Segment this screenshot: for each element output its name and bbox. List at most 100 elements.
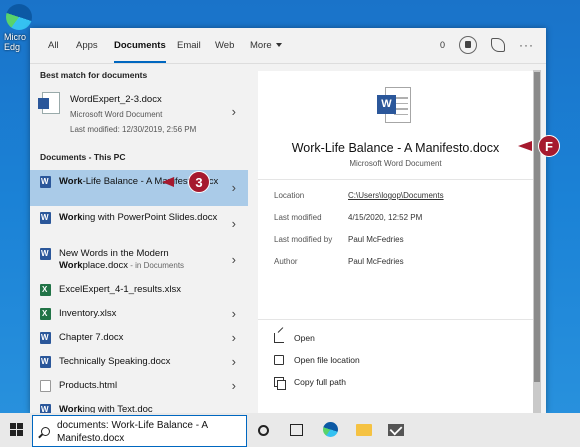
word-document-large-icon: W: [377, 87, 411, 125]
match-text: Work: [59, 176, 83, 187]
best-match-modified: Last modified: 12/30/2019, 2:56 PM: [70, 125, 197, 134]
preview-pane: W Work-Life Balance - A Manifesto.docx M…: [258, 71, 533, 413]
taskbar: documents: Work-Life Balance - A Manifes…: [0, 413, 580, 447]
chevron-right-icon[interactable]: ›: [232, 104, 236, 119]
list-item[interactable]: Technically Speaking.docx ›: [30, 350, 248, 374]
word-document-icon: [38, 92, 60, 114]
chevron-right-icon[interactable]: ›: [232, 252, 236, 267]
best-match-item[interactable]: WordExpert_2-3.docx Microsoft Word Docum…: [30, 86, 248, 146]
modified-by-label: Last modified by: [274, 235, 333, 244]
open-icon: [274, 333, 284, 343]
list-item[interactable]: New Words in the Modern Workplace.docx -…: [30, 242, 248, 278]
excel-icon: [40, 308, 51, 320]
tab-more-label: More: [250, 40, 272, 51]
match-text: Work: [59, 260, 83, 271]
item-name: ing with Text.doc: [82, 404, 153, 413]
copy-full-path-label: Copy full path: [294, 377, 346, 387]
header-tools: 0 ···: [440, 36, 534, 54]
modified-by-value: Paul McFedries: [348, 235, 404, 244]
chevron-right-icon[interactable]: ›: [232, 216, 236, 231]
word-icon: [40, 248, 51, 260]
best-match-name: WordExpert_2-3.docx: [70, 94, 162, 105]
best-match-type: Microsoft Word Document: [70, 110, 163, 119]
chevron-right-icon[interactable]: ›: [232, 378, 236, 393]
author-label: Author: [274, 257, 298, 266]
results-list-pane: Best match for documents WordExpert_2-3.…: [30, 64, 248, 413]
match-text: Work: [59, 212, 83, 223]
tab-web[interactable]: Web: [215, 40, 234, 51]
item-name: ExcelExpert_4-1_results.xlsx: [59, 284, 181, 295]
tab-more[interactable]: More: [250, 40, 282, 51]
tab-apps[interactable]: Apps: [76, 40, 98, 51]
word-icon: [40, 404, 51, 413]
windows-start-icon[interactable]: [10, 423, 24, 437]
figure-callout: F: [538, 135, 560, 157]
cortana-icon[interactable]: [258, 425, 269, 436]
item-name-prefix: New Words in the Modern: [59, 248, 169, 259]
list-item[interactable]: Chapter 7.docx ›: [30, 326, 248, 350]
open-label: Open: [294, 333, 315, 343]
preview-title: Work-Life Balance - A Manifesto.docx: [291, 141, 500, 155]
match-text: Work: [59, 404, 83, 413]
search-tabs: All Apps Documents Email Web More 0 ···: [30, 28, 546, 64]
more-options-icon[interactable]: ···: [519, 38, 534, 52]
divider: [258, 179, 533, 180]
location-link[interactable]: C:\Users\logop\Documents: [348, 191, 444, 200]
list-item[interactable]: Working with PowerPoint Slides.docx ›: [30, 206, 248, 242]
chevron-right-icon[interactable]: ›: [232, 354, 236, 369]
file-explorer-icon[interactable]: [356, 424, 372, 436]
list-item[interactable]: Work-Life Balance - A Manifesto.docx ›: [30, 170, 248, 206]
search-query[interactable]: documents: Work-Life Balance - A Manifes…: [57, 419, 242, 445]
preview-subtitle: Microsoft Word Document: [349, 159, 442, 168]
callout-arrow-3: [162, 177, 174, 187]
task-view-icon[interactable]: [290, 424, 303, 436]
item-name: Inventory.xlsx: [59, 308, 117, 319]
mail-icon[interactable]: [388, 424, 404, 436]
search-window: All Apps Documents Email Web More 0 ··· …: [30, 28, 546, 413]
list-item[interactable]: Working with Text.doc: [30, 398, 248, 413]
modified-value: 4/15/2020, 12:52 PM: [348, 213, 423, 222]
list-item[interactable]: ExcelExpert_4-1_results.xlsx: [30, 278, 248, 302]
points-count: 0: [439, 40, 445, 50]
rewards-icon[interactable]: [459, 36, 477, 54]
word-icon: [40, 212, 51, 224]
best-match-header: Best match for documents: [40, 70, 148, 80]
html-file-icon: [40, 380, 51, 392]
edge-icon: [6, 4, 32, 30]
edge-icon[interactable]: [323, 422, 338, 437]
item-location: - in Documents: [128, 261, 185, 270]
excel-icon: [40, 284, 51, 296]
tab-all[interactable]: All: [48, 40, 59, 51]
scrollbar[interactable]: [533, 70, 541, 413]
taskbar-search-box[interactable]: documents: Work-Life Balance - A Manifes…: [32, 415, 247, 447]
chevron-right-icon[interactable]: ›: [232, 330, 236, 345]
item-name: place.docx: [82, 260, 129, 271]
list-item[interactable]: Products.html ›: [30, 374, 248, 398]
scrollbar-thumb[interactable]: [534, 72, 540, 382]
open-file-location-label: Open file location: [294, 355, 360, 365]
copy-icon: [274, 377, 286, 390]
chevron-down-icon: [275, 43, 282, 47]
modified-label: Last modified: [274, 213, 322, 222]
chevron-right-icon[interactable]: ›: [232, 306, 236, 321]
documents-header: Documents - This PC: [40, 152, 126, 162]
author-value: Paul McFedries: [348, 257, 404, 266]
tab-email[interactable]: Email: [177, 40, 201, 51]
item-name: Products.html: [59, 380, 118, 391]
tab-documents[interactable]: Documents: [114, 40, 166, 63]
documents-list: Work-Life Balance - A Manifesto.docx › W…: [30, 170, 248, 413]
feedback-icon[interactable]: [491, 38, 505, 52]
divider: [258, 319, 533, 320]
folder-icon: [274, 355, 284, 365]
word-icon: [40, 176, 51, 188]
word-icon: [40, 332, 51, 344]
item-name: Chapter 7.docx: [59, 332, 124, 343]
search-icon: [41, 427, 50, 436]
chevron-right-icon[interactable]: ›: [232, 180, 236, 195]
word-icon: [40, 356, 51, 368]
location-label: Location: [274, 191, 305, 200]
item-name: Technically Speaking.docx: [59, 356, 171, 367]
item-name: ing with PowerPoint Slides.docx: [82, 212, 218, 223]
step-callout: 3: [188, 171, 210, 193]
list-item[interactable]: Inventory.xlsx ›: [30, 302, 248, 326]
